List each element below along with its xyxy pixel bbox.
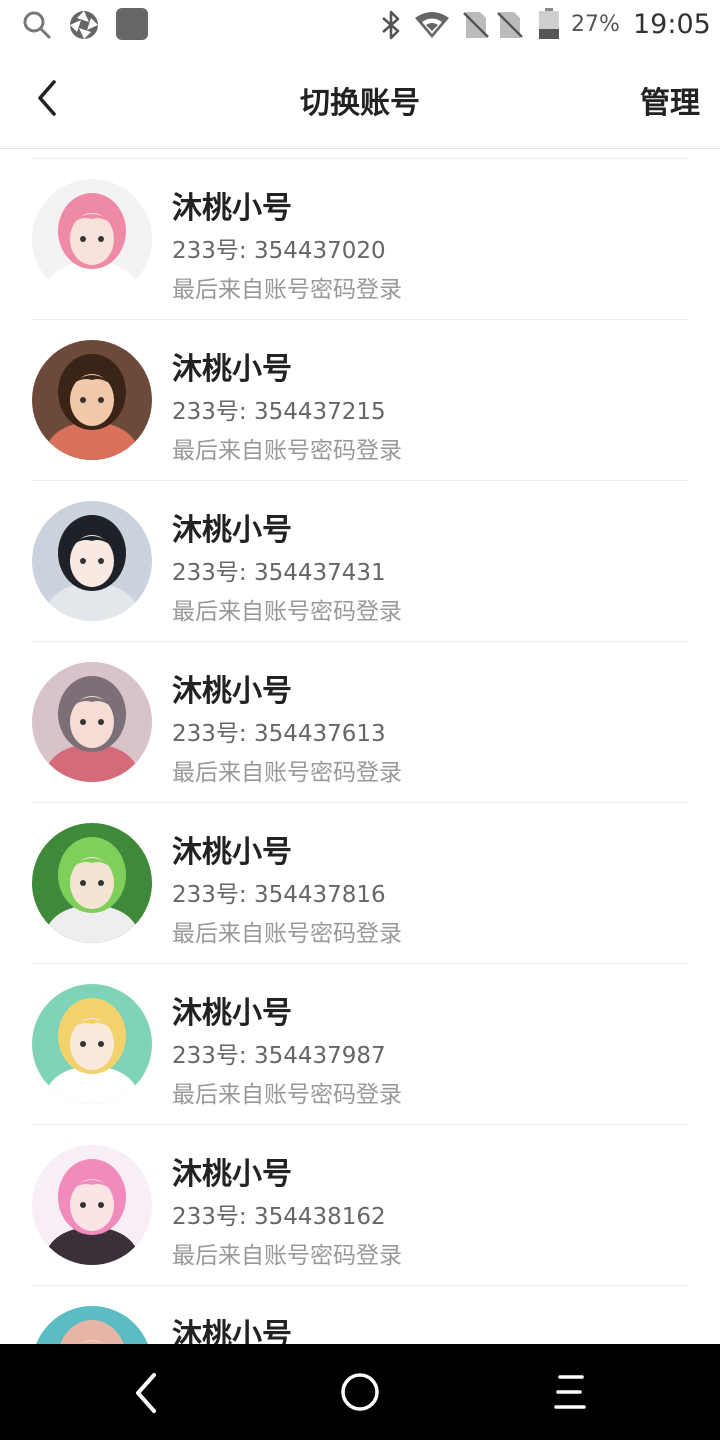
navigation-bar bbox=[0, 1344, 720, 1440]
account-id: 233号: 354437431 bbox=[172, 560, 386, 586]
clock: 19:05 bbox=[633, 9, 711, 40]
avatar bbox=[32, 501, 152, 621]
battery-percent: 27% bbox=[571, 12, 620, 37]
no-sim-icon bbox=[463, 12, 489, 38]
menu-lines-icon[interactable] bbox=[552, 1372, 588, 1412]
account-item[interactable]: 沐桃小号 233号: 354437215 最后来自账号密码登录 bbox=[32, 320, 688, 481]
account-login-method: 最后来自账号密码登录 bbox=[172, 599, 402, 625]
account-name: 沐桃小号 bbox=[172, 191, 292, 226]
account-name: 沐桃小号 bbox=[172, 352, 292, 387]
account-id: 233号: 354437613 bbox=[172, 721, 386, 747]
avatar bbox=[32, 179, 152, 299]
status-bar: 27% 19:05 bbox=[0, 0, 720, 50]
account-item[interactable]: 沐桃小号 233号: 354437987 最后来自账号密码登录 bbox=[32, 964, 688, 1125]
account-id: 233号: 354437215 bbox=[172, 399, 386, 425]
avatar bbox=[32, 662, 152, 782]
aperture-icon bbox=[70, 11, 98, 39]
screen: 27% 19:05 切换账号 管理 沐桃小号 233号: 354437020 最后来… bbox=[0, 0, 720, 1440]
page-title: 切换账号 bbox=[300, 86, 420, 121]
battery-icon bbox=[539, 8, 559, 39]
account-login-method: 最后来自账号密码登录 bbox=[172, 438, 402, 464]
avatar bbox=[32, 984, 152, 1104]
account-name: 沐桃小号 bbox=[172, 835, 292, 870]
account-login-method: 最后来自账号密码登录 bbox=[172, 760, 402, 786]
account-login-method: 最后来自账号密码登录 bbox=[172, 1243, 402, 1269]
account-item[interactable]: 沐桃小号 233号: 354438162 最后来自账号密码登录 bbox=[32, 1125, 688, 1286]
account-list: 沐桃小号 233号: 354437020 最后来自账号密码登录 沐桃小号 233号: 3… bbox=[32, 158, 688, 1345]
account-item[interactable]: 沐桃小号 233号: 354437020 最后来自账号密码登录 bbox=[32, 159, 688, 320]
account-login-method: 最后来自账号密码登录 bbox=[172, 277, 402, 303]
account-item[interactable]: 沐桃小号 233号: 354437816 最后来自账号密码登录 bbox=[32, 803, 688, 964]
avatar bbox=[32, 1306, 152, 1345]
account-id: 233号: 354438162 bbox=[172, 1204, 386, 1230]
bluetooth-icon bbox=[382, 10, 400, 40]
avatar bbox=[32, 823, 152, 943]
account-login-method: 最后来自账号密码登录 bbox=[172, 1082, 402, 1108]
account-login-method: 最后来自账号密码登录 bbox=[172, 921, 402, 947]
account-id: 233号: 354437020 bbox=[172, 238, 386, 264]
account-id: 233号: 354437816 bbox=[172, 882, 386, 908]
avatar bbox=[32, 1145, 152, 1265]
account-id: 233号: 354437987 bbox=[172, 1043, 386, 1069]
account-name: 沐桃小号 bbox=[172, 1318, 292, 1345]
header: 切换账号 管理 bbox=[0, 50, 720, 149]
home-circle-icon[interactable] bbox=[340, 1372, 380, 1412]
manage-button[interactable]: 管理 bbox=[640, 78, 700, 122]
account-item[interactable]: 沐桃小号 233号: 354437613 最后来自账号密码登录 bbox=[32, 642, 688, 803]
search-icon bbox=[23, 11, 51, 39]
account-name: 沐桃小号 bbox=[172, 1157, 292, 1192]
account-name: 沐桃小号 bbox=[172, 996, 292, 1031]
account-name: 沐桃小号 bbox=[172, 674, 292, 709]
app-square-icon bbox=[116, 8, 148, 40]
avatar bbox=[32, 340, 152, 460]
account-name: 沐桃小号 bbox=[172, 513, 292, 548]
account-item[interactable]: 沐桃小号 233号: 354437431 最后来自账号密码登录 bbox=[32, 481, 688, 642]
account-item[interactable]: 沐桃小号 bbox=[32, 1286, 688, 1345]
wifi-icon bbox=[415, 12, 449, 38]
no-sim-icon bbox=[497, 12, 523, 38]
back-triangle-icon[interactable] bbox=[126, 1372, 166, 1414]
